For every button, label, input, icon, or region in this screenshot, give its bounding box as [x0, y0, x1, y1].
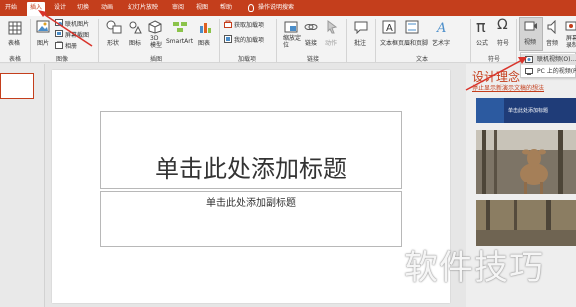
arrow-to-video-menu	[465, 57, 527, 91]
watermark: 软件技巧	[404, 248, 544, 288]
arrow-to-insert-tab	[38, 10, 93, 47]
